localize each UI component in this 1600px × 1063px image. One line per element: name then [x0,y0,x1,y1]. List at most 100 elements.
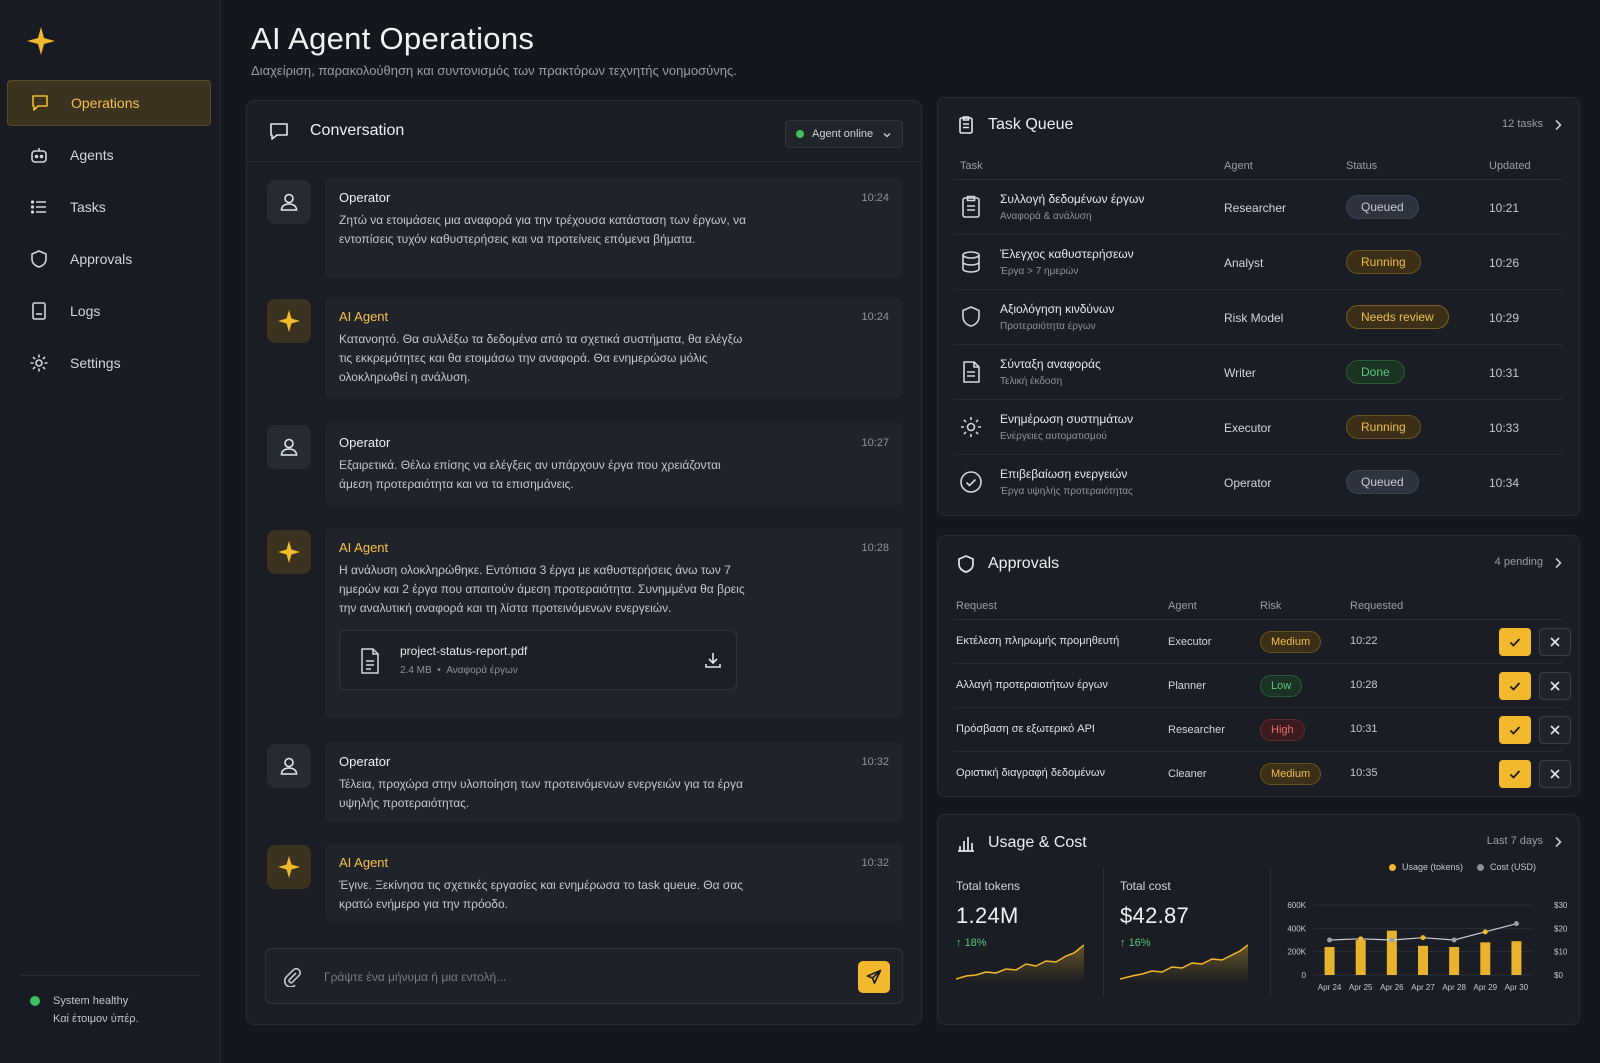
attachment-name: project-status-report.pdf [400,644,528,658]
y-left-tick-label: 200K [1287,948,1306,957]
task-updated: 10:33 [1489,421,1520,435]
cost-point [1451,937,1457,943]
risk-badge: High [1260,719,1305,741]
approval-request: Πρόσβαση σε εξωτερικό API [956,723,1095,735]
task-queue-header: Task Queue 12 tasks [938,98,1579,152]
message-time: 10:27 [861,437,889,449]
approval-row: Πρόσβαση σε εξωτερικό API Researcher High 1… [954,708,1571,752]
message-bubble: Operator 10:24 Ζητώ να ετοιμάσεις μια αν… [325,178,903,278]
task-agent: Risk Model [1224,311,1284,325]
risk-badge: Medium [1260,763,1322,785]
message-author: AI Agent [339,540,389,555]
range-link[interactable]: Last 7 days [1487,835,1543,847]
message-agent: AI Agent 10:24 Κατανοητό. Θα συλλέξω τα … [267,297,903,399]
sidebar-item-settings[interactable]: Settings [7,340,211,386]
approval-time: 10:35 [1350,767,1378,779]
column-header: Requested [1350,600,1404,612]
task-row[interactable]: Ενημέρωση συστημάτων Ενέργειες αυτοματισμ… [954,400,1563,455]
approval-time: 10:31 [1350,723,1378,735]
send-button[interactable] [858,961,890,993]
tokens-value: 1.24M [956,903,1019,928]
status-subtitle: Καί έτοιμον ύπέρ. [53,1013,139,1025]
reject-button[interactable] [1539,760,1571,788]
attachment-card[interactable]: project-status-report.pdf 2.4 MB • Αναφο… [339,630,737,690]
reject-button[interactable] [1539,672,1571,700]
task-updated: 10:29 [1489,311,1520,325]
y-left-tick-label: 0 [1302,971,1307,980]
y-right-tick-label: $20 [1554,924,1568,933]
approve-button[interactable] [1499,716,1531,744]
approve-button[interactable] [1499,760,1531,788]
message-bubble: Operator 10:32 Τέλεια, προχώρα στην υλοπ… [325,742,903,822]
task-agent: Researcher [1224,201,1287,215]
agent-status-dropdown[interactable]: Agent online [785,120,903,148]
chevron-right-icon[interactable] [1553,557,1563,569]
page-title: AI Agent Operations [251,21,535,56]
sidebar-nav: Operations Agents Tasks Approvals Logs S… [7,80,211,392]
task-row[interactable]: Επιβεβαίωση ενεργειών Έργα υψηλής προτερα… [954,455,1563,510]
task-row[interactable]: Συλλογή δεδομένων έργων Αναφορά & ανάλυση… [954,180,1563,235]
task-subtitle: Έργα υψηλής προτεραιότητας [1000,486,1133,497]
reject-button[interactable] [1539,716,1571,744]
message-input[interactable] [324,961,824,993]
cost-point [1420,935,1426,941]
usage-bar [1324,947,1335,975]
task-name: Επιβεβαίωση ενεργειών [1000,467,1128,481]
task-agent: Writer [1224,366,1256,380]
approve-button[interactable] [1499,672,1531,700]
column-header: Request [956,600,997,612]
sidebar-item-tasks[interactable]: Tasks [7,184,211,230]
message-operator: Operator 10:27 Εξαιρετικά. Θέλω επίσης ν… [267,423,903,505]
clipboard-icon [956,115,976,135]
sidebar-item-operations[interactable]: Operations [7,80,211,126]
pending-count-link[interactable]: 4 pending [1495,556,1543,568]
task-subtitle: Προτεραιότητα έργων [1000,321,1096,332]
task-row[interactable]: Έλεγχος καθυστερήσεων Έργα > 7 ημερών Anal… [954,235,1563,290]
sidebar-item-approvals[interactable]: Approvals [7,236,211,282]
close-icon [1550,681,1560,691]
message-time: 10:28 [861,542,889,554]
usage-bar [1480,942,1491,975]
sidebar-item-label: Logs [70,303,101,319]
approvals-panel: Approvals 4 pending Request Agent Risk R… [937,535,1580,797]
sidebar-item-logs[interactable]: Logs [7,288,211,334]
chevron-right-icon[interactable] [1553,119,1563,131]
cost-point [1389,937,1395,943]
y-right-tick-label: $30 [1554,901,1568,910]
message-author: Operator [339,435,391,450]
agent-avatar-icon [267,845,311,889]
sidebar-item-agents[interactable]: Agents [7,132,211,178]
attachment-size: 2.4 MB [400,665,432,676]
reject-button[interactable] [1539,628,1571,656]
usage-bar [1418,945,1428,975]
x-tick-label: Apr 29 [1473,983,1497,992]
task-name: Έλεγχος καθυστερήσεων [1000,247,1134,261]
close-icon [1550,637,1560,647]
list-icon [29,197,49,217]
task-row[interactable]: Σύνταξη αναφοράς Τελική έκδοση Writer Done 1… [954,345,1563,400]
message-bubble: Operator 10:27 Εξαιρετικά. Θέλω επίσης ν… [325,423,903,505]
task-row[interactable]: Αξιολόγηση κινδύνων Προτεραιότητα έργων Ri… [954,290,1563,345]
approval-time: 10:22 [1350,635,1378,647]
log-file-icon [29,301,49,321]
approve-button[interactable] [1499,628,1531,656]
usage-bar [1449,947,1460,975]
sidebar-item-label: Operations [71,95,140,111]
sidebar-item-label: Settings [70,355,121,371]
task-count-link[interactable]: 12 tasks [1502,118,1543,130]
task-table-body: Συλλογή δεδομένων έργων Αναφορά & ανάλυση… [938,180,1579,510]
message-time: 10:24 [861,192,889,204]
task-table-header: Task Agent Status Updated [954,152,1563,180]
sidebar-item-label: Agents [70,147,114,163]
paperclip-icon[interactable] [282,967,302,987]
approval-agent: Planner [1168,680,1206,692]
chevron-right-icon[interactable] [1553,836,1563,848]
risk-badge: Medium [1260,631,1322,653]
chat-icon [30,93,50,113]
download-icon[interactable] [704,651,722,669]
message-bubble: AI Agent 10:28 Η ανάλυση ολοκληρώθηκε. Ε… [325,528,903,718]
approvals-table-header: Request Agent Risk Requested [954,592,1563,620]
sparkle-logo-icon [26,26,56,56]
attachment-desc: Αναφορά έργων [446,665,518,676]
approval-request: Οριστική διαγραφή δεδομένων [956,767,1105,779]
